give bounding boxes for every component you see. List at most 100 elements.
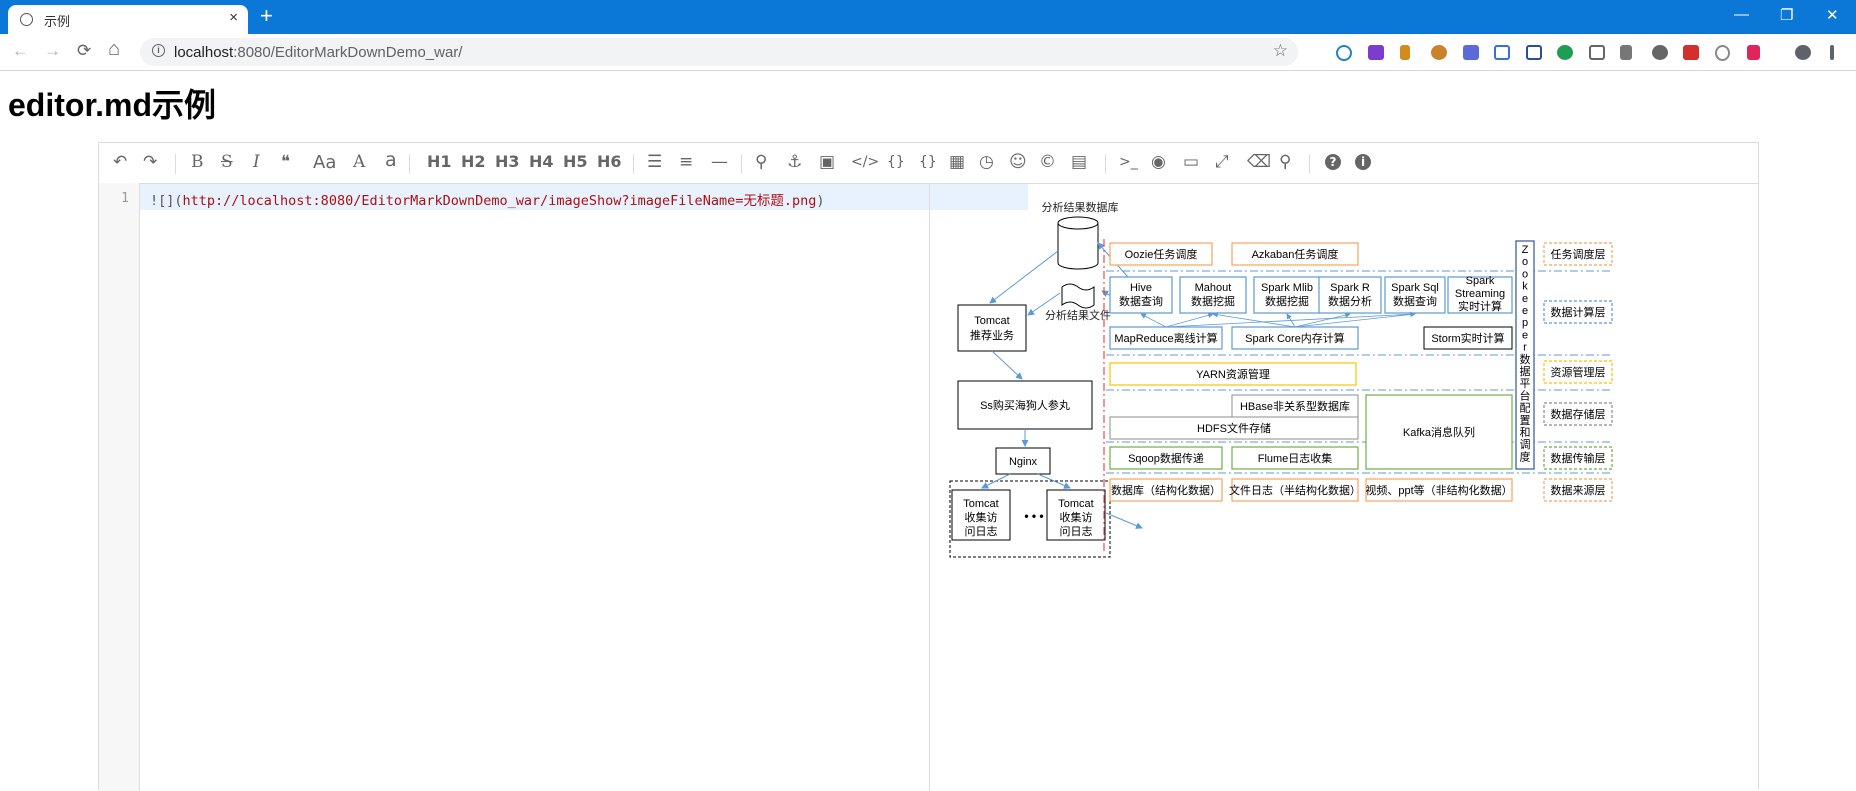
zookeeper-char: p — [1522, 317, 1528, 329]
pagebreak-icon[interactable]: ▤ — [1071, 152, 1087, 172]
menu-kebab-icon[interactable] — [1830, 45, 1834, 60]
layer-source-label: 数据来源层 — [1551, 483, 1606, 497]
extension-icon[interactable] — [1463, 45, 1479, 60]
italic-icon[interactable]: I — [253, 152, 260, 172]
layer-storage-label: 数据存储层 — [1551, 407, 1606, 421]
bookmark-star-icon[interactable]: ☆ — [1273, 41, 1288, 61]
ss-label: Ss购买海狗人参丸 — [980, 398, 1070, 412]
watch-icon[interactable]: ◉ — [1151, 152, 1166, 172]
sqoop-label: Sqoop数据传递 — [1128, 451, 1204, 465]
streaming-line2: Streaming — [1455, 288, 1505, 300]
extension-icon[interactable] — [1589, 45, 1605, 60]
bold-icon[interactable]: B — [191, 152, 204, 172]
extension-icon[interactable] — [1368, 45, 1384, 60]
extension-icon[interactable] — [1494, 45, 1510, 60]
extension-icon[interactable] — [1336, 45, 1352, 61]
zookeeper-char: 置 — [1520, 414, 1531, 427]
hive-line2: 数据查询 — [1119, 294, 1163, 308]
uppercase-first-icon[interactable]: Aa — [313, 152, 336, 173]
line-number: 1 — [121, 191, 129, 206]
toolbar-divider — [1105, 154, 1106, 174]
zookeeper-char: 数 — [1520, 353, 1531, 366]
toolbar-divider — [1309, 154, 1310, 174]
redo-icon[interactable]: ↷ — [143, 152, 157, 172]
datetime-icon[interactable]: ◷ — [979, 152, 994, 172]
zookeeper-char: e — [1522, 293, 1528, 305]
code-block-icon[interactable]: {} — [887, 154, 905, 170]
mahout-line1: Mahout — [1195, 282, 1232, 294]
link-icon[interactable]: ⚲ — [755, 152, 767, 172]
mlib-line2: 数据挖掘 — [1265, 294, 1309, 308]
url-input[interactable]: i localhost:8080/EditorMarkDownDemo_war/… — [140, 38, 1298, 66]
hive-line1: Hive — [1130, 282, 1152, 294]
sparksql-line1: Spark Sql — [1391, 282, 1439, 294]
extension-icon[interactable] — [1557, 45, 1573, 60]
h6-icon[interactable]: H6 — [597, 152, 622, 171]
h4-icon[interactable]: H4 — [529, 152, 554, 171]
preformatted-icon[interactable]: {} — [919, 154, 937, 170]
strikethrough-icon[interactable]: S — [221, 152, 233, 172]
reload-button[interactable]: ⟳ — [77, 41, 91, 61]
extension-icon[interactable] — [1652, 45, 1668, 60]
help-icon[interactable]: ? — [1325, 154, 1341, 170]
lowercase-icon[interactable]: a — [385, 149, 397, 171]
h1-icon[interactable]: H1 — [427, 152, 452, 171]
toolbar-divider — [633, 154, 634, 174]
extension-icon[interactable] — [1683, 45, 1699, 60]
anchor-icon[interactable]: ⚓ — [787, 152, 802, 172]
forward-button[interactable]: → — [44, 41, 61, 61]
close-window-button[interactable]: ✕ — [1826, 6, 1839, 24]
table-icon[interactable]: ▦ — [949, 152, 965, 172]
tomcat-b-line2: 收集访 — [1060, 510, 1093, 524]
tomcat-rec-line1: Tomcat — [974, 315, 1009, 327]
file-icon — [1061, 283, 1095, 309]
minimize-button[interactable]: — — [1734, 6, 1749, 23]
image-icon[interactable]: ▣ — [819, 152, 835, 172]
undo-icon[interactable]: ↶ — [113, 152, 127, 172]
db-label: 分析结果数据库 — [1042, 200, 1119, 214]
new-tab-button[interactable]: + — [260, 3, 273, 29]
emoji-icon[interactable]: ☺ — [1009, 152, 1027, 172]
unordered-list-icon[interactable]: ☰ — [647, 152, 662, 172]
h5-icon[interactable]: H5 — [563, 152, 588, 171]
back-button[interactable]: ← — [12, 41, 29, 61]
goto-line-icon[interactable]: >_ — [1119, 154, 1138, 170]
globe-icon — [20, 13, 33, 26]
restore-button[interactable]: ❐ — [1780, 6, 1793, 24]
extension-icon[interactable] — [1715, 45, 1730, 61]
tomcat-a-line1: Tomcat — [963, 498, 998, 510]
code-line[interactable]: ![](http://localhost:8080/EditorMarkDown… — [140, 184, 1028, 210]
kafka-label: Kafka消息队列 — [1403, 425, 1475, 439]
markdown-editor: ↶ ↷ B S I ❝ Aa A a H1 H2 H3 H4 H5 H6 ☰ ≡… — [98, 142, 1759, 791]
h2-icon[interactable]: H2 — [461, 152, 486, 171]
zookeeper-char: 据 — [1520, 364, 1531, 378]
ordered-list-icon[interactable]: ≡ — [679, 152, 693, 172]
zookeeper-char: 和 — [1520, 426, 1531, 439]
preview-icon[interactable]: ▭ — [1183, 152, 1199, 172]
url-text[interactable]: localhost:8080/EditorMarkDownDemo_war/ — [174, 44, 462, 61]
extension-icon[interactable] — [1526, 45, 1542, 60]
inline-code-icon[interactable]: </> — [851, 154, 879, 170]
h3-icon[interactable]: H3 — [495, 152, 520, 171]
fullscreen-icon[interactable]: ⤢ — [1215, 152, 1229, 172]
extension-icon[interactable] — [1431, 45, 1447, 60]
quote-icon[interactable]: ❝ — [281, 152, 290, 172]
extension-icon[interactable] — [1747, 45, 1760, 60]
clear-icon[interactable]: ⌫ — [1247, 152, 1271, 172]
layer-transfer-label: 数据传输层 — [1551, 451, 1606, 465]
search-icon[interactable]: ⚲ — [1279, 152, 1291, 172]
tab-close-button[interactable]: × — [229, 9, 238, 26]
profile-avatar-icon[interactable] — [1795, 45, 1811, 60]
extension-icon[interactable] — [1620, 45, 1632, 60]
home-button[interactable]: ⌂ — [108, 38, 120, 61]
extension-icon[interactable] — [1400, 45, 1410, 60]
info-icon[interactable]: i — [152, 44, 165, 57]
zookeeper-char: k — [1522, 281, 1528, 293]
uppercase-icon[interactable]: A — [353, 152, 365, 172]
html-entities-icon[interactable]: © — [1039, 152, 1056, 172]
layer-task-label: 任务调度层 — [1551, 247, 1606, 261]
horizontal-rule-icon[interactable]: — — [711, 152, 728, 172]
browser-tab[interactable]: 示例 × — [8, 5, 248, 34]
info-icon[interactable]: i — [1355, 154, 1371, 170]
code-text[interactable]: ![](http://localhost:8080/EditorMarkDown… — [150, 189, 824, 209]
